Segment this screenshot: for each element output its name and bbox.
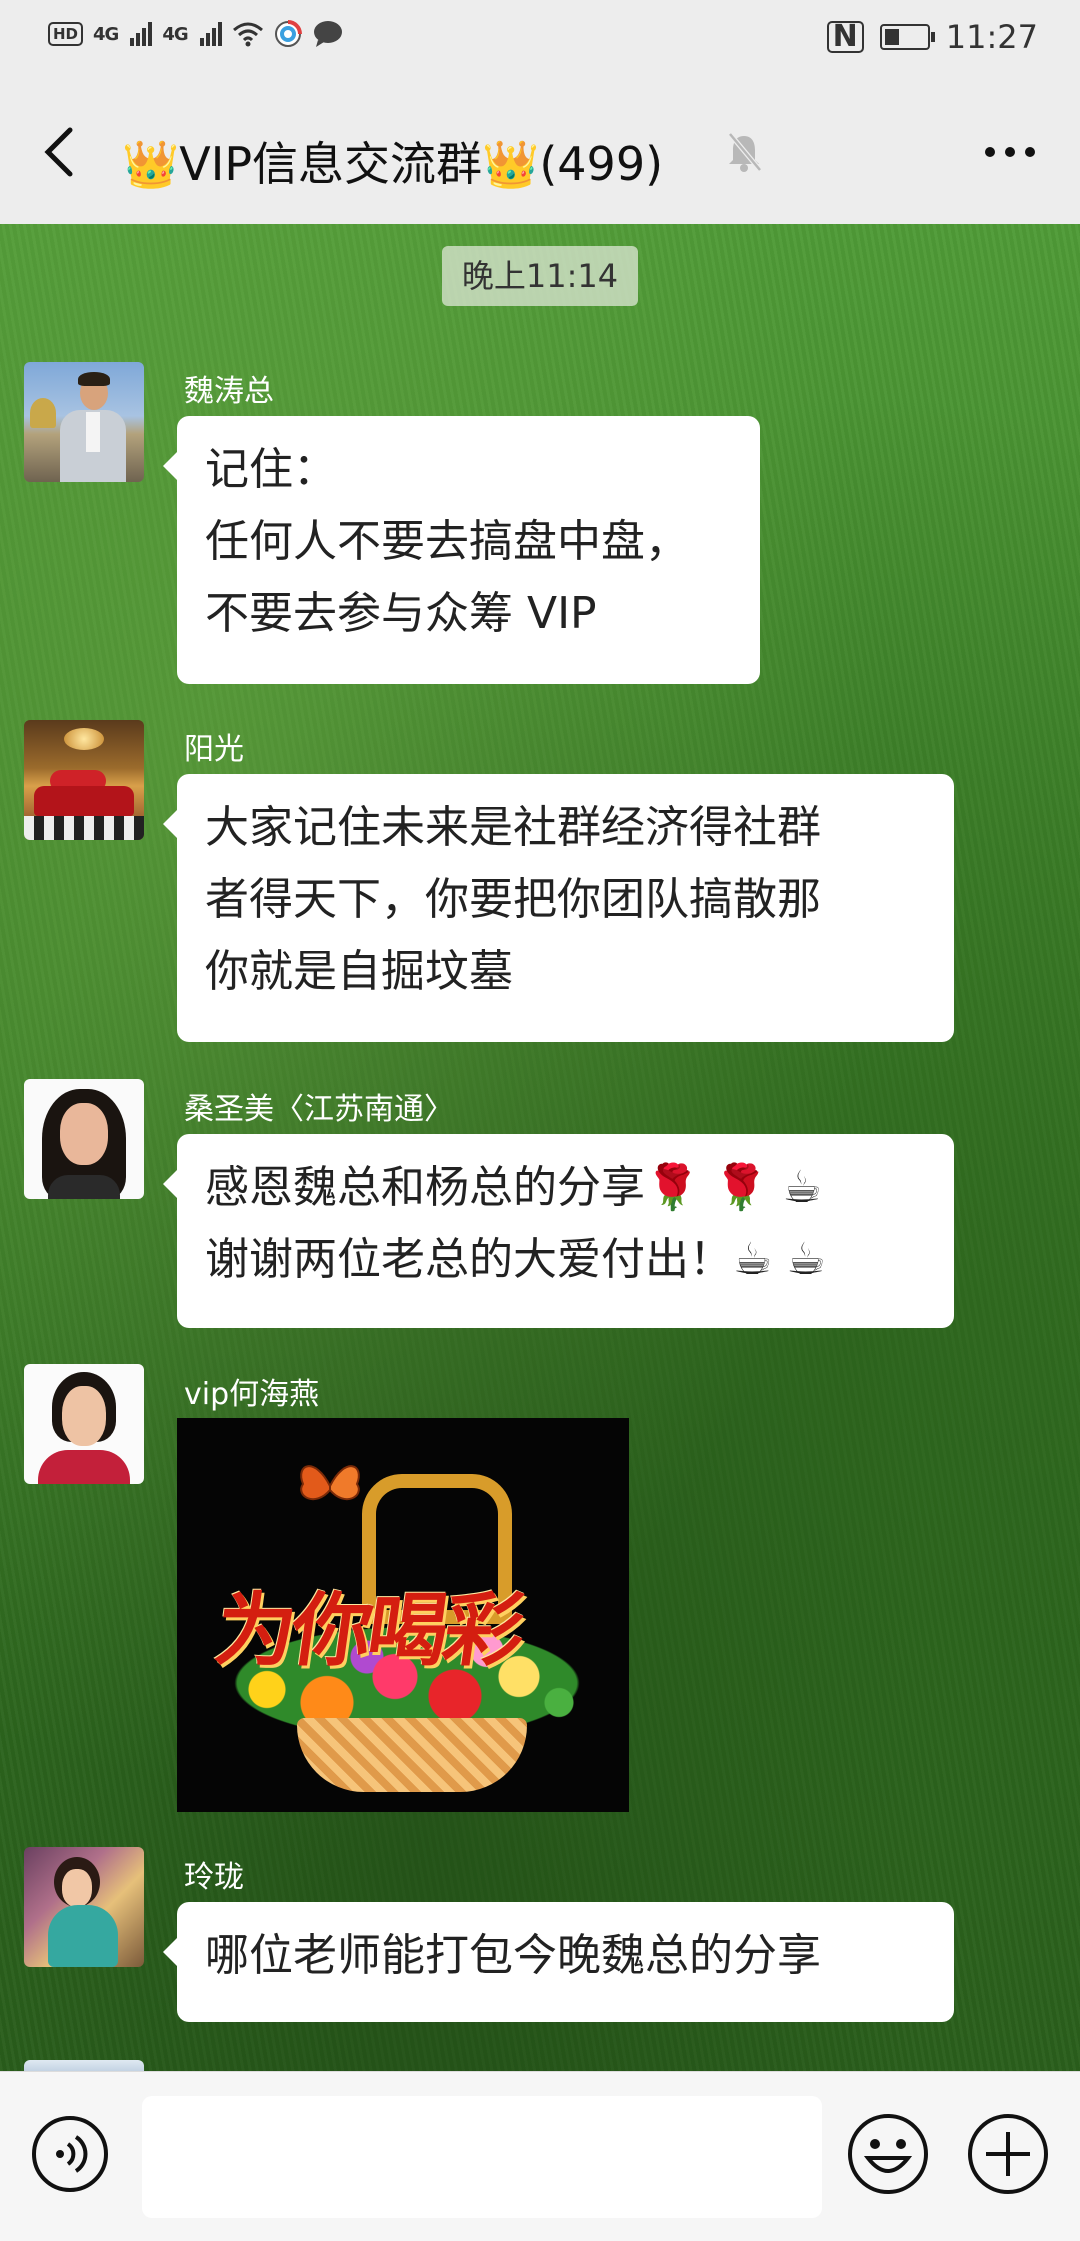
crown-emoji-2: 👑 xyxy=(482,137,540,191)
timestamp-chip: 晚上11:14 xyxy=(442,246,638,306)
status-time: 11:27 xyxy=(945,18,1038,56)
message-line: 你就是自掘坟墓 xyxy=(205,946,513,997)
signal-bars-icon xyxy=(130,22,153,46)
sticker-caption: 为你喝彩 xyxy=(209,1583,527,1677)
status-right: N 11:27 xyxy=(826,18,1038,56)
signal-label-2: 4G xyxy=(162,23,188,45)
basket xyxy=(297,1718,527,1792)
message-notification-icon xyxy=(313,21,342,47)
plus-icon[interactable] xyxy=(966,2112,1050,2196)
group-title: 👑VIP信息交流群👑(499) xyxy=(122,128,663,194)
signal-label-1: 4G xyxy=(93,23,119,45)
message-line: 者得天下，你要把你团队搞散那 xyxy=(205,874,821,925)
avatar-sangshengmei[interactable] xyxy=(24,1079,144,1199)
voice-icon[interactable] xyxy=(30,2114,110,2194)
message-bubble[interactable]: 大家记住未来是社群经济得社群 者得天下，你要把你团队搞散那 你就是自掘坟墓 xyxy=(163,774,954,1042)
input-bar xyxy=(0,2071,1080,2241)
message-line: 哪位老师能打包今晚魏总的分享 xyxy=(205,1930,821,1981)
message-line: 任何人不要去搞盘中盘， xyxy=(205,516,689,567)
message-line: 不要去参与众筹 VIP xyxy=(205,588,597,639)
status-left: HD 4G 4G xyxy=(48,20,344,48)
sender-name: 阳光 xyxy=(184,732,244,767)
avatar-heihaiyan[interactable] xyxy=(24,1364,144,1484)
avatar-weitao[interactable] xyxy=(24,362,144,482)
crown-emoji: 👑 xyxy=(122,137,180,191)
sender-name: 魏涛总 xyxy=(184,374,274,409)
status-bar: HD 4G 4G N 11:27 xyxy=(0,0,1080,80)
hd-badge: HD xyxy=(48,22,84,46)
member-count: (499) xyxy=(539,137,664,191)
sender-name: 桑圣美〈江苏南通〉 xyxy=(184,1092,454,1127)
message-line: 谢谢两位老总的大爱付出！☕ ☕ xyxy=(205,1234,826,1285)
sender-name: 玲珑 xyxy=(184,1860,244,1895)
chat-area[interactable]: 晚上11:14 魏涛总 记住： 任何人不要去搞盘中盘， 不要去参与众筹 VIP … xyxy=(0,224,1080,2071)
message-bubble[interactable]: 记住： 任何人不要去搞盘中盘， 不要去参与众筹 VIP xyxy=(163,416,760,684)
battery-icon xyxy=(879,24,935,50)
wifi-icon xyxy=(232,22,263,47)
message-line: 记住： xyxy=(205,444,337,495)
group-name: VIP信息交流群 xyxy=(179,137,483,191)
message-input[interactable] xyxy=(142,2096,822,2218)
message-bubble[interactable]: 感恩魏总和杨总的分享🌹 🌹 ☕ 谢谢两位老总的大爱付出！☕ ☕ xyxy=(163,1134,954,1328)
mute-bell-icon xyxy=(728,132,762,172)
message-line: 大家记住未来是社群经济得社群 xyxy=(205,802,821,853)
nfc-icon: N xyxy=(826,21,864,53)
message-bubble[interactable]: 哪位老师能打包今晚魏总的分享 xyxy=(163,1902,954,2022)
more-dots-icon[interactable] xyxy=(980,142,1040,162)
sticker-image[interactable]: 为你喝彩 xyxy=(177,1418,629,1812)
avatar-linglong[interactable] xyxy=(24,1847,144,1967)
sender-name: vip何海燕 xyxy=(184,1377,320,1412)
signal-bars-icon-2 xyxy=(199,22,222,46)
avatar-yangguang[interactable] xyxy=(24,720,144,840)
chat-header: 👑VIP信息交流群👑(499) xyxy=(0,80,1080,224)
message-line: 感恩魏总和杨总的分享🌹 🌹 ☕ xyxy=(205,1162,822,1213)
avatar-next[interactable] xyxy=(24,2060,144,2071)
back-arrow-icon[interactable] xyxy=(36,122,86,182)
emoji-icon[interactable] xyxy=(846,2112,930,2196)
butterfly-icon xyxy=(300,1465,360,1501)
app-notification-icon xyxy=(274,20,302,47)
